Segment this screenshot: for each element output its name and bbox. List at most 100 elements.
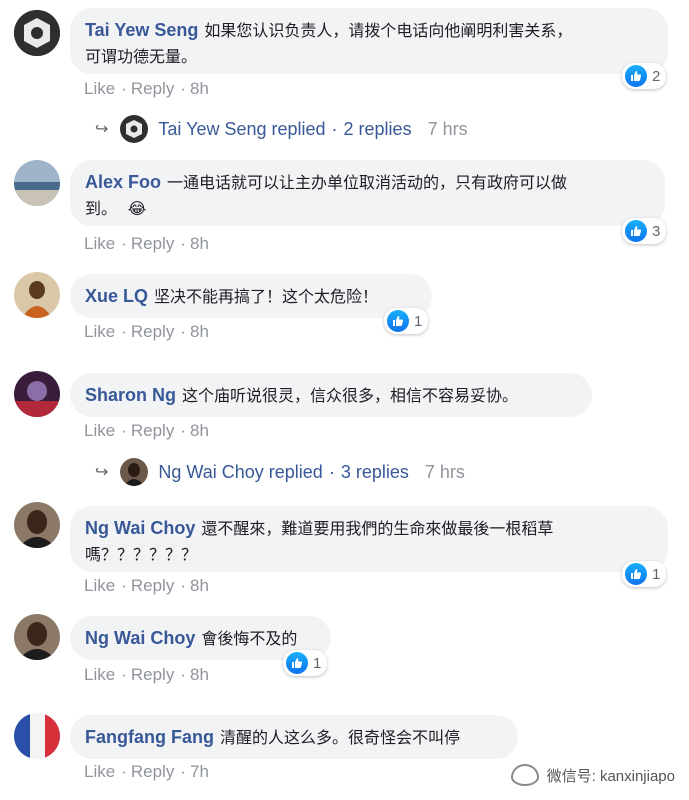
- separator: ·: [121, 421, 127, 440]
- comment-actions: Like · Reply · 8h: [84, 576, 211, 596]
- avatar[interactable]: [14, 10, 60, 56]
- comment-author[interactable]: Ng Wai Choy: [85, 518, 195, 538]
- comment-bubble: Tai Yew Seng 如果您认识负责人，请拨个电话向他阐明利害关系， 可谓功德…: [70, 8, 668, 74]
- separator: ·: [180, 665, 186, 684]
- reaction-count[interactable]: 1: [283, 650, 328, 676]
- like-reaction-icon: [625, 220, 647, 242]
- reply-time: 7 hrs: [424, 461, 465, 482]
- reply-link[interactable]: Reply: [131, 665, 174, 684]
- comment-author[interactable]: Fangfang Fang: [85, 727, 214, 747]
- separator: ·: [180, 576, 186, 595]
- reply-count: 3 replies: [340, 461, 409, 482]
- comment-bubble: Ng Wai Choy 還不醒來，難道要用我們的生命來做最後一根稻草 嗎？？？？？…: [70, 506, 668, 572]
- avatar[interactable]: [14, 713, 60, 759]
- view-replies-row[interactable]: ↪ Tai Yew Seng replied · 2 replies 7 hrs: [95, 115, 468, 143]
- comment-time[interactable]: 8h: [190, 79, 209, 98]
- separator: ·: [121, 762, 127, 781]
- like-link[interactable]: Like: [84, 665, 115, 684]
- like-reaction-icon: [625, 563, 647, 585]
- comment-author[interactable]: Tai Yew Seng: [85, 20, 198, 40]
- comment-text-line2: 到。: [85, 199, 118, 218]
- comment-actions: Like · Reply · 7h: [84, 762, 211, 782]
- like-link[interactable]: Like: [84, 234, 115, 253]
- comment-bubble: Alex Foo 一通电话就可以让主办单位取消活动的，只有政府可以做 到。 😂: [70, 160, 665, 226]
- reaction-count[interactable]: 1: [622, 561, 667, 587]
- separator: ·: [328, 461, 335, 482]
- avatar: [120, 458, 149, 486]
- separator: ·: [180, 79, 186, 98]
- comment-text: 坚决不能再搞了！这个太危险！: [154, 287, 379, 306]
- like-link[interactable]: Like: [84, 322, 115, 341]
- comment-text: 清醒的人这么多。很奇怪会不叫停: [220, 728, 461, 747]
- avatar[interactable]: [14, 502, 60, 548]
- reply-time: 7 hrs: [427, 118, 468, 139]
- view-replies-row[interactable]: ↪ Ng Wai Choy replied · 3 replies 7 hrs: [95, 458, 465, 486]
- reaction-number: 1: [652, 565, 661, 583]
- reply-link[interactable]: Reply: [131, 79, 174, 98]
- comment-actions: Like · Reply · 8h: [84, 421, 211, 441]
- comment-bubble: Fangfang Fang 清醒的人这么多。很奇怪会不叫停: [70, 715, 518, 759]
- comment-actions: Like · Reply · 8h: [84, 234, 211, 254]
- like-reaction-icon: [625, 65, 647, 87]
- separator: ·: [180, 234, 186, 253]
- watermark-text: 微信号: kanxinjiapo: [546, 767, 675, 785]
- separator: ·: [121, 79, 127, 98]
- comment-time[interactable]: 8h: [190, 665, 209, 684]
- separator: ·: [331, 118, 338, 139]
- like-reaction-icon: [387, 310, 409, 332]
- avatar: [120, 115, 149, 143]
- comment-author[interactable]: Alex Foo: [85, 172, 161, 192]
- comment-text-line2: 嗎？？？？？？: [85, 545, 198, 564]
- replier-name: Tai Yew Seng replied: [158, 118, 326, 139]
- comment-time[interactable]: 8h: [190, 234, 209, 253]
- wechat-watermark: 微信号: kanxinjiapo: [510, 764, 675, 786]
- comment-bubble: Xue LQ 坚决不能再搞了！这个太危险！: [70, 274, 432, 318]
- laughing-emoji-icon: 😂: [127, 201, 147, 218]
- comment-text: 會後悔不及的: [201, 629, 298, 648]
- replier-name: Ng Wai Choy replied: [158, 461, 323, 482]
- comment-bubble: Sharon Ng 这个庙听说很灵，信众很多，相信不容易妥协。: [70, 373, 592, 417]
- separator: ·: [121, 322, 127, 341]
- comment-author[interactable]: Ng Wai Choy: [85, 628, 195, 648]
- reaction-number: 3: [652, 222, 661, 240]
- like-link[interactable]: Like: [84, 79, 115, 98]
- comment-text: 如果您认识负责人，请拨个电话向他阐明利害关系，: [204, 21, 573, 40]
- avatar[interactable]: [14, 160, 60, 206]
- separator: ·: [121, 576, 127, 595]
- comment-author[interactable]: Xue LQ: [85, 286, 148, 306]
- comment-time[interactable]: 7h: [190, 762, 209, 781]
- reply-arrow-icon: ↪: [95, 121, 109, 138]
- reaction-count[interactable]: 1: [384, 308, 429, 334]
- comment-actions: Like · Reply · 8h: [84, 322, 211, 342]
- avatar[interactable]: [14, 272, 60, 318]
- reaction-count[interactable]: 3: [622, 218, 667, 244]
- reply-arrow-icon: ↪: [95, 464, 109, 481]
- separator: ·: [180, 421, 186, 440]
- reply-link[interactable]: Reply: [131, 322, 174, 341]
- comment-time[interactable]: 8h: [190, 421, 209, 440]
- comment-actions: Like · Reply · 8h: [84, 79, 211, 99]
- comment-text: 这个庙听说很灵，信众很多，相信不容易妥协。: [182, 386, 519, 405]
- reaction-number: 2: [652, 67, 661, 85]
- comment-actions: Like · Reply · 8h: [84, 665, 211, 685]
- comment-author[interactable]: Sharon Ng: [85, 385, 176, 405]
- reply-count: 2 replies: [343, 118, 412, 139]
- separator: ·: [121, 665, 127, 684]
- reply-link[interactable]: Reply: [131, 576, 174, 595]
- like-reaction-icon: [286, 652, 308, 674]
- reaction-count[interactable]: 2: [622, 63, 667, 89]
- like-link[interactable]: Like: [84, 762, 115, 781]
- avatar[interactable]: [14, 614, 60, 660]
- like-link[interactable]: Like: [84, 421, 115, 440]
- reaction-number: 1: [414, 312, 423, 330]
- reply-link[interactable]: Reply: [131, 234, 174, 253]
- wechat-icon: [510, 764, 539, 786]
- comment-text: 一通电话就可以让主办单位取消活动的，只有政府可以做: [167, 173, 568, 192]
- like-link[interactable]: Like: [84, 576, 115, 595]
- reply-link[interactable]: Reply: [131, 421, 174, 440]
- comment-time[interactable]: 8h: [190, 576, 209, 595]
- comment-time[interactable]: 8h: [190, 322, 209, 341]
- reply-link[interactable]: Reply: [131, 762, 174, 781]
- avatar[interactable]: [14, 371, 60, 417]
- comment-text-line2: 可谓功德无量。: [85, 47, 198, 66]
